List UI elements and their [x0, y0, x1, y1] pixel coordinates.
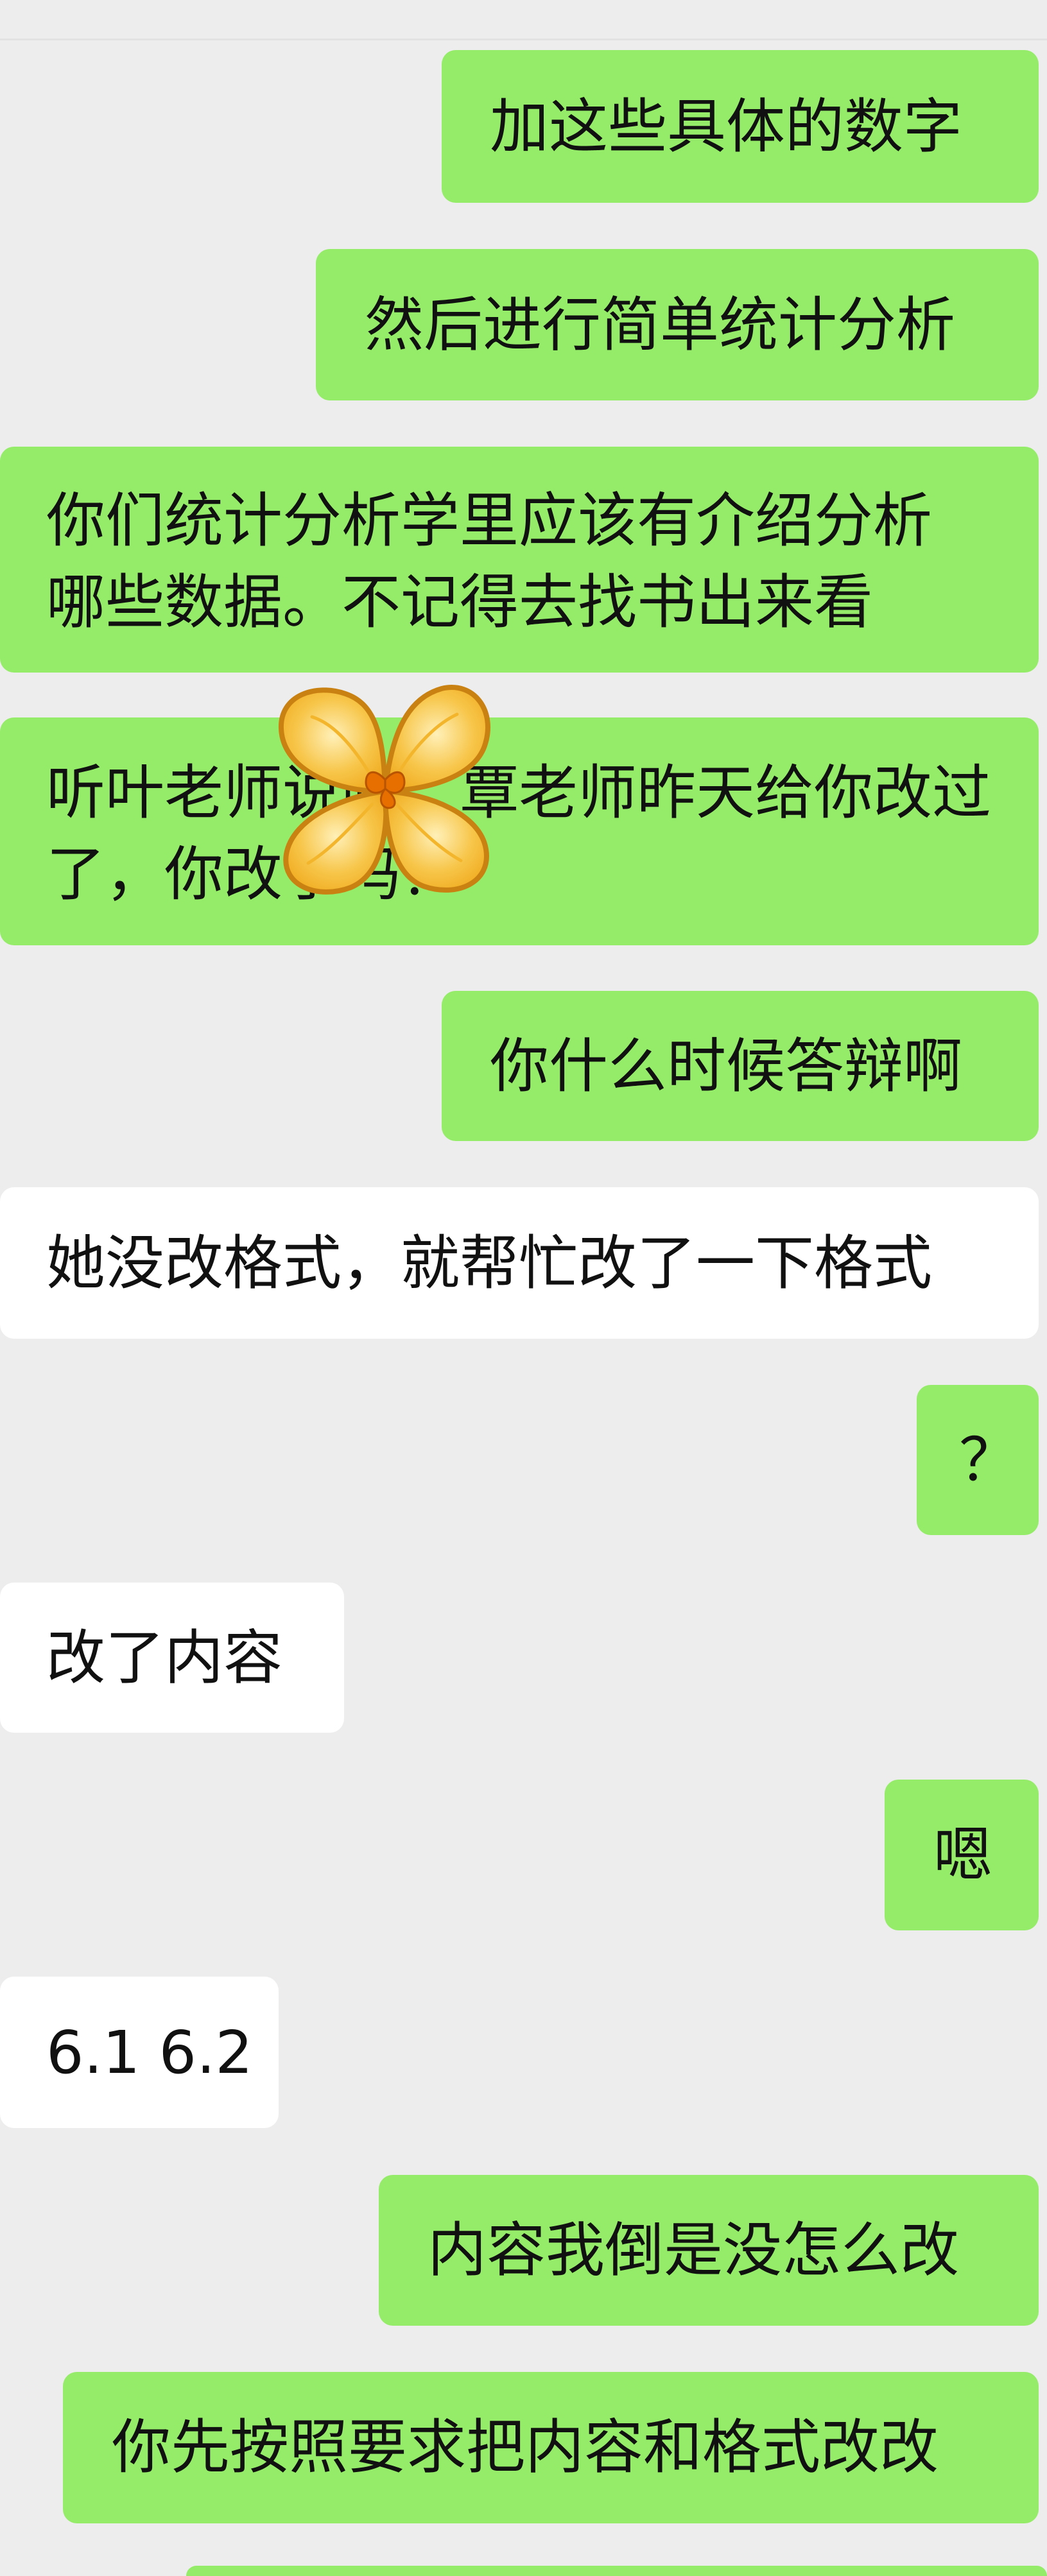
next-message-bubble-edge	[186, 2566, 1047, 2576]
message-text: 内容我倒是没怎么改	[428, 2216, 960, 2285]
message-bubble-sent[interactable]: 听叶老师说吗，覃老师昨天给你改过 了，你改了吗？	[0, 717, 1039, 945]
message-text: 加这些具体的数字	[490, 92, 963, 161]
message-bubble-sent[interactable]: 你什么时候答辩啊	[442, 991, 1039, 1141]
message-bubble-sent[interactable]: 你先按照要求把内容和格式改改	[63, 2372, 1039, 2523]
message-text: 然后进行简单统计分析	[365, 291, 956, 359]
message-text: 你先按照要求把内容和格式改改	[112, 2413, 939, 2482]
message-bubble-sent[interactable]: 嗯	[885, 1780, 1039, 1930]
yellow-flower-sticker-icon	[270, 677, 501, 902]
message-bubble-sent[interactable]: 然后进行简单统计分析	[316, 249, 1039, 400]
message-text: ？	[959, 1426, 1019, 1495]
message-text: 她没改格式，就帮忙改了一下格式	[46, 1229, 933, 1298]
message-text: 6.1 6.2	[46, 2018, 253, 2087]
message-bubble-received[interactable]: 改了内容	[0, 1583, 344, 1733]
message-bubble-received[interactable]: 6.1 6.2	[0, 1977, 279, 2128]
message-text-line: 哪些数据。不记得去找书出来看	[46, 568, 874, 637]
message-text: 嗯	[933, 1821, 993, 1889]
message-text: 改了内容	[46, 1624, 283, 1692]
message-bubble-received[interactable]: 她没改格式，就帮忙改了一下格式	[0, 1187, 1039, 1339]
message-text-line: 你们统计分析学里应该有介绍分析	[46, 486, 933, 555]
chat-top-divider	[0, 0, 1047, 40]
message-bubble-sent[interactable]: ？	[917, 1385, 1039, 1535]
message-text: 你什么时候答辩啊	[490, 1032, 963, 1101]
message-bubble-sent[interactable]: 你们统计分析学里应该有介绍分析 哪些数据。不记得去找书出来看	[0, 447, 1039, 673]
message-text-line: 了，你改了吗？	[46, 840, 460, 909]
message-text-line: 听叶老师说吗，覃老师昨天给你改过	[46, 759, 992, 827]
message-bubble-sent[interactable]: 加这些具体的数字	[442, 50, 1039, 203]
message-bubble-sent[interactable]: 内容我倒是没怎么改	[379, 2175, 1039, 2326]
